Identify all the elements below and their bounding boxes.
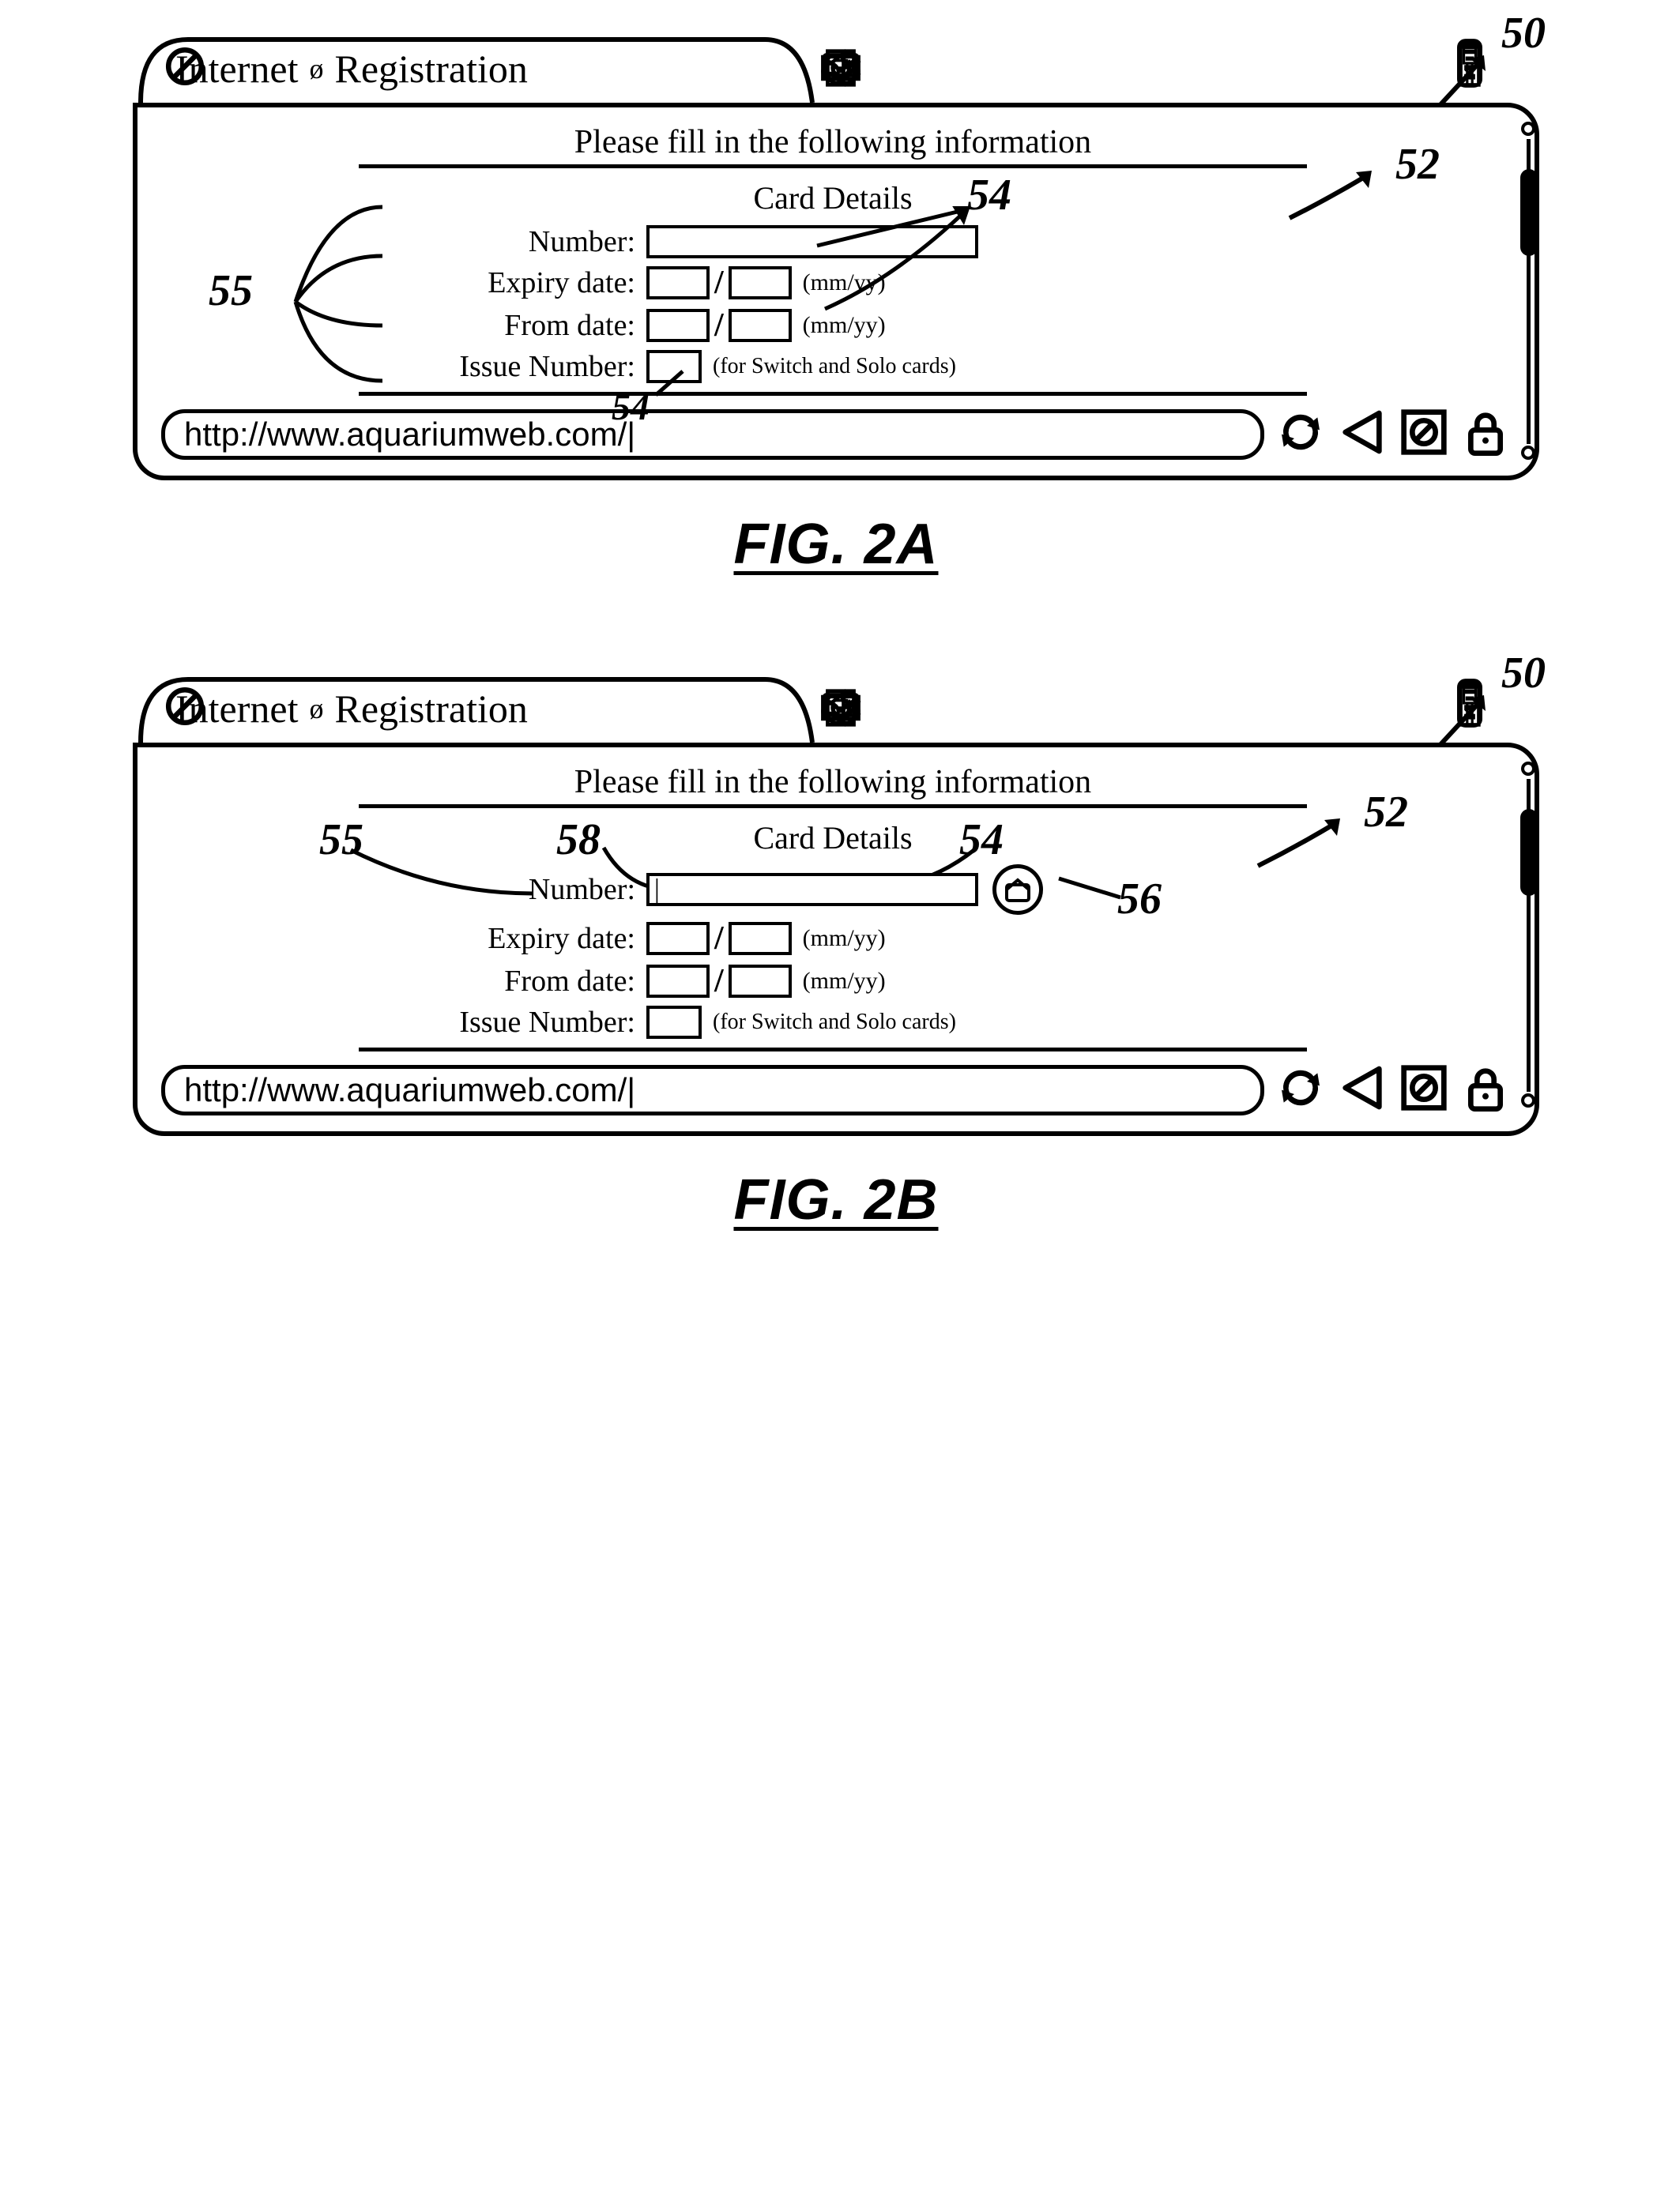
bottom-rule xyxy=(359,392,1307,396)
back-triangle-icon[interactable] xyxy=(1337,1063,1388,1117)
title-page-b: Registration xyxy=(334,686,527,732)
figure-label-b: FIG. 2B xyxy=(32,1168,1640,1232)
input-card-number-b[interactable]: | xyxy=(646,873,978,906)
scroll-bottom-dot-b xyxy=(1521,1093,1535,1108)
hint-expiry: (mm/yy) xyxy=(803,269,886,296)
input-expiry-mm-b[interactable] xyxy=(646,922,710,955)
url-value-b: http://www.aquariumweb.com/| xyxy=(184,1071,635,1109)
label-from-b: From date: xyxy=(359,964,643,999)
url-input-b[interactable]: http://www.aquariumweb.com/| xyxy=(161,1065,1264,1115)
figure-2b: 50 Internet ø Registration xyxy=(32,672,1640,1232)
sep-slash: / xyxy=(714,264,724,302)
browser-window-b: Internet ø Registration 52 xyxy=(133,672,1539,1136)
input-from-mm-b[interactable] xyxy=(646,965,710,998)
row-issue: Issue Number: (for Switch and Solo cards… xyxy=(359,349,1307,384)
ref-52: 52 xyxy=(1395,139,1440,190)
viewport-b: 52 Please fill in the following informat… xyxy=(133,743,1539,1136)
form-region: Please fill in the following information… xyxy=(359,123,1307,396)
row-expiry-b: Expiry date: / (mm/yy) xyxy=(359,920,1307,957)
row-number: Number: xyxy=(359,224,1307,259)
input-from-yy[interactable] xyxy=(729,309,792,342)
title-text-b: Internet ø Registration xyxy=(164,686,528,732)
row-number-b: Number: | xyxy=(359,864,1307,915)
page-heading: Please fill in the following information xyxy=(359,123,1307,168)
scrollbar[interactable] xyxy=(1520,122,1536,461)
back-triangle-icon[interactable] xyxy=(1337,407,1388,461)
title-page: Registration xyxy=(334,46,527,92)
hint-expiry-b: (mm/yy) xyxy=(803,925,886,952)
ref-54-c: 54 xyxy=(959,814,1004,865)
scroll-top-dot xyxy=(1521,122,1535,136)
figure-label-a: FIG. 2A xyxy=(32,512,1640,577)
url-input[interactable]: http://www.aquariumweb.com/| xyxy=(161,409,1264,460)
label-issue: Issue Number: xyxy=(359,349,643,384)
titlebar: Internet ø Registration xyxy=(133,32,1539,103)
input-issue-number[interactable] xyxy=(646,350,702,383)
input-expiry-yy[interactable] xyxy=(729,266,792,299)
sep-slash-2: / xyxy=(714,307,724,344)
figure-2a: 50 Internet ø Registration xyxy=(32,32,1640,577)
label-expiry-b: Expiry date: xyxy=(359,921,643,956)
divider-icon: ø xyxy=(309,692,323,725)
label-number-b: Number: xyxy=(359,872,643,907)
caret-icon: | xyxy=(654,875,660,905)
ref-55-b: 55 xyxy=(319,814,363,865)
lock-icon[interactable] xyxy=(1460,407,1511,461)
row-from-b: From date: / (mm/yy) xyxy=(359,962,1307,1000)
input-from-yy-b[interactable] xyxy=(729,965,792,998)
hint-from: (mm/yy) xyxy=(803,312,886,339)
url-value: http://www.aquariumweb.com/| xyxy=(184,416,635,453)
hint-from-b: (mm/yy) xyxy=(803,968,886,995)
form-region-b: Please fill in the following information… xyxy=(359,763,1307,1051)
scroll-bottom-dot xyxy=(1521,446,1535,460)
scroll-thumb[interactable] xyxy=(1520,169,1538,256)
hint-issue-b: (for Switch and Solo cards) xyxy=(713,1010,956,1035)
scroll-top-dot-b xyxy=(1521,762,1535,776)
stop-square-icon[interactable] xyxy=(1399,1063,1449,1117)
viewport: 52 Please fill in the following informat… xyxy=(133,103,1539,480)
input-issue-number-b[interactable] xyxy=(646,1006,702,1039)
url-bar: http://www.aquariumweb.com/| xyxy=(161,407,1511,461)
browser-window: Internet ø Registration 52 xyxy=(133,32,1539,480)
label-from: From date: xyxy=(359,308,643,343)
scrollbar-b[interactable] xyxy=(1520,762,1536,1109)
row-from: From date: / (mm/yy) xyxy=(359,307,1307,344)
label-issue-b: Issue Number: xyxy=(359,1005,643,1040)
label-expiry: Expiry date: xyxy=(359,265,643,300)
input-card-number[interactable] xyxy=(646,225,978,258)
ref-54-b: 54 xyxy=(612,386,650,429)
title-text: Internet ø Registration xyxy=(164,46,528,92)
row-expiry: Expiry date: / (mm/yy) xyxy=(359,264,1307,302)
section-heading: Card Details xyxy=(359,179,1307,216)
row-issue-b: Issue Number: (for Switch and Solo cards… xyxy=(359,1005,1307,1040)
refresh-icon[interactable] xyxy=(1275,407,1326,461)
input-expiry-mm[interactable] xyxy=(646,266,710,299)
scroll-thumb-b[interactable] xyxy=(1520,809,1538,896)
page-heading-b: Please fill in the following information xyxy=(359,763,1307,808)
lock-icon[interactable] xyxy=(1460,1063,1511,1117)
titlebar-b: Internet ø Registration xyxy=(133,672,1539,743)
label-number: Number: xyxy=(359,224,643,259)
ref-58: 58 xyxy=(556,814,601,865)
ref-56: 56 xyxy=(1117,874,1162,924)
ref-52-b: 52 xyxy=(1364,787,1408,837)
input-from-mm[interactable] xyxy=(646,309,710,342)
ref-54-a: 54 xyxy=(967,170,1011,220)
divider-icon: ø xyxy=(309,52,323,85)
bottom-rule-b xyxy=(359,1048,1307,1051)
refresh-icon[interactable] xyxy=(1275,1063,1326,1117)
wallet-autofill-icon[interactable] xyxy=(992,864,1043,915)
url-bar-b: http://www.aquariumweb.com/| xyxy=(161,1063,1511,1117)
input-expiry-yy-b[interactable] xyxy=(729,922,792,955)
hint-issue: (for Switch and Solo cards) xyxy=(713,354,956,379)
ref-55: 55 xyxy=(209,265,253,316)
stop-square-icon[interactable] xyxy=(1399,407,1449,461)
section-heading-b: Card Details xyxy=(359,819,1307,856)
